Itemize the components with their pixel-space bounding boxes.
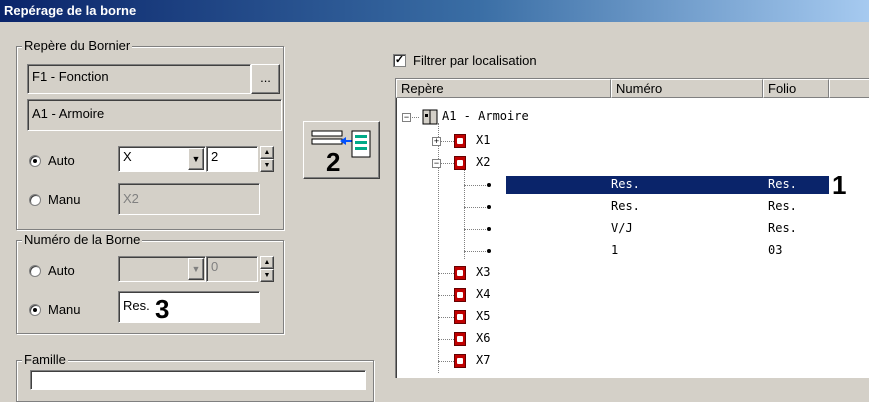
row-numero[interactable]: Res. [611, 177, 640, 191]
callout-three: 3 [155, 294, 170, 324]
spin-up-button[interactable]: ▲ [260, 146, 274, 159]
bornier-auto-label: Auto [48, 153, 75, 168]
armoire-field[interactable]: A1 - Armoire [27, 99, 282, 131]
terminal-block-icon [454, 266, 466, 280]
row-folio[interactable]: Res. [768, 199, 797, 213]
borne-auto-select[interactable]: ▼ [118, 256, 206, 282]
filter-checkbox[interactable]: ✓ [393, 54, 406, 67]
row-folio[interactable]: Res. [768, 177, 797, 191]
callout-one: 1 [832, 170, 847, 200]
bornier-manu-field[interactable]: X2 [118, 183, 260, 215]
callout-two: 2 [326, 147, 341, 177]
borne-legend: Numéro de la Borne [22, 232, 143, 247]
title-bar: Repérage de la borne [0, 0, 869, 22]
tree-line [464, 251, 486, 252]
tree-line [464, 185, 486, 186]
tree-node-x1[interactable]: X1 [476, 133, 490, 147]
fonction-field[interactable]: F1 - Fonction [27, 64, 251, 94]
transfer-button[interactable]: 2 [303, 121, 380, 179]
filter-label: Filtrer par localisation [413, 53, 537, 68]
terminal-block-icon [454, 354, 466, 368]
browse-button[interactable]: ... [251, 64, 280, 94]
tree-node-x2[interactable]: X2 [476, 155, 490, 169]
spin-down-button[interactable]: ▼ [260, 159, 274, 172]
terminal-bullet [487, 205, 491, 209]
borne-manu-value: Res. [123, 298, 150, 313]
tree-line [464, 207, 486, 208]
tree-node-x4[interactable]: X4 [476, 287, 490, 301]
row-folio[interactable]: Res. [768, 221, 797, 235]
collapse-toggle[interactable]: − [402, 113, 411, 122]
terminal-bullet [487, 227, 491, 231]
spin-down-button[interactable]: ▼ [260, 269, 274, 282]
bornier-auto-radio[interactable] [29, 155, 41, 167]
borne-auto-number[interactable]: 0 [206, 256, 258, 282]
borne-auto-label: Auto [48, 263, 75, 278]
row-numero[interactable]: Res. [611, 199, 640, 213]
tree-line [438, 273, 454, 274]
column-header-repere[interactable]: Repère [396, 79, 611, 98]
borne-auto-radio[interactable] [29, 265, 41, 277]
bornier-manu-label: Manu [48, 192, 81, 207]
terminal-block-icon [454, 332, 466, 346]
terminal-bullet [487, 249, 491, 253]
row-numero[interactable]: 1 [611, 243, 618, 257]
bornier-legend: Repère du Bornier [22, 38, 133, 53]
bornier-auto-select-value: X [123, 149, 132, 164]
row-numero[interactable]: V/J [611, 221, 633, 235]
collapse-toggle[interactable]: − [432, 159, 441, 168]
chevron-down-icon[interactable]: ▼ [188, 258, 204, 280]
column-header-blank[interactable] [829, 79, 869, 98]
bornier-auto-select[interactable]: X ▼ [118, 146, 206, 172]
row-folio[interactable]: 03 [768, 243, 782, 257]
bornier-auto-number[interactable]: 2 [206, 146, 258, 172]
tree-line [438, 361, 454, 362]
terminal-block-icon [454, 310, 466, 324]
tree-line [438, 317, 454, 318]
tree-root-label[interactable]: A1 - Armoire [442, 109, 529, 123]
chevron-down-icon[interactable]: ▼ [188, 148, 204, 170]
tree-node-x3[interactable]: X3 [476, 265, 490, 279]
tree-view[interactable]: Repère Numéro Folio − A1 - Armoire + X1 … [395, 78, 869, 378]
transfer-icon [311, 130, 371, 158]
expand-toggle[interactable]: + [432, 137, 441, 146]
terminal-block-icon [454, 288, 466, 302]
tree-line [464, 167, 465, 259]
tree-line [438, 339, 454, 340]
window-title: Repérage de la borne [4, 3, 137, 18]
terminal-block-icon [454, 156, 466, 170]
column-header-folio[interactable]: Folio [763, 79, 829, 98]
borne-manu-field[interactable]: Res. 3 [118, 291, 260, 324]
tree-node-x7[interactable]: X7 [476, 353, 490, 367]
tree-node-x5[interactable]: X5 [476, 309, 490, 323]
spin-up-button[interactable]: ▲ [260, 256, 274, 269]
borne-manu-radio[interactable] [29, 304, 41, 316]
famille-legend: Famille [22, 352, 68, 367]
cabinet-icon [422, 109, 438, 125]
tree-line [438, 295, 454, 296]
tree-line [464, 229, 486, 230]
famille-select[interactable] [30, 370, 366, 390]
terminal-block-icon [454, 134, 466, 148]
bornier-manu-radio[interactable] [29, 194, 41, 206]
terminal-bullet [487, 183, 491, 187]
borne-manu-label: Manu [48, 302, 81, 317]
column-header-numero[interactable]: Numéro [611, 79, 763, 98]
tree-node-x6[interactable]: X6 [476, 331, 490, 345]
